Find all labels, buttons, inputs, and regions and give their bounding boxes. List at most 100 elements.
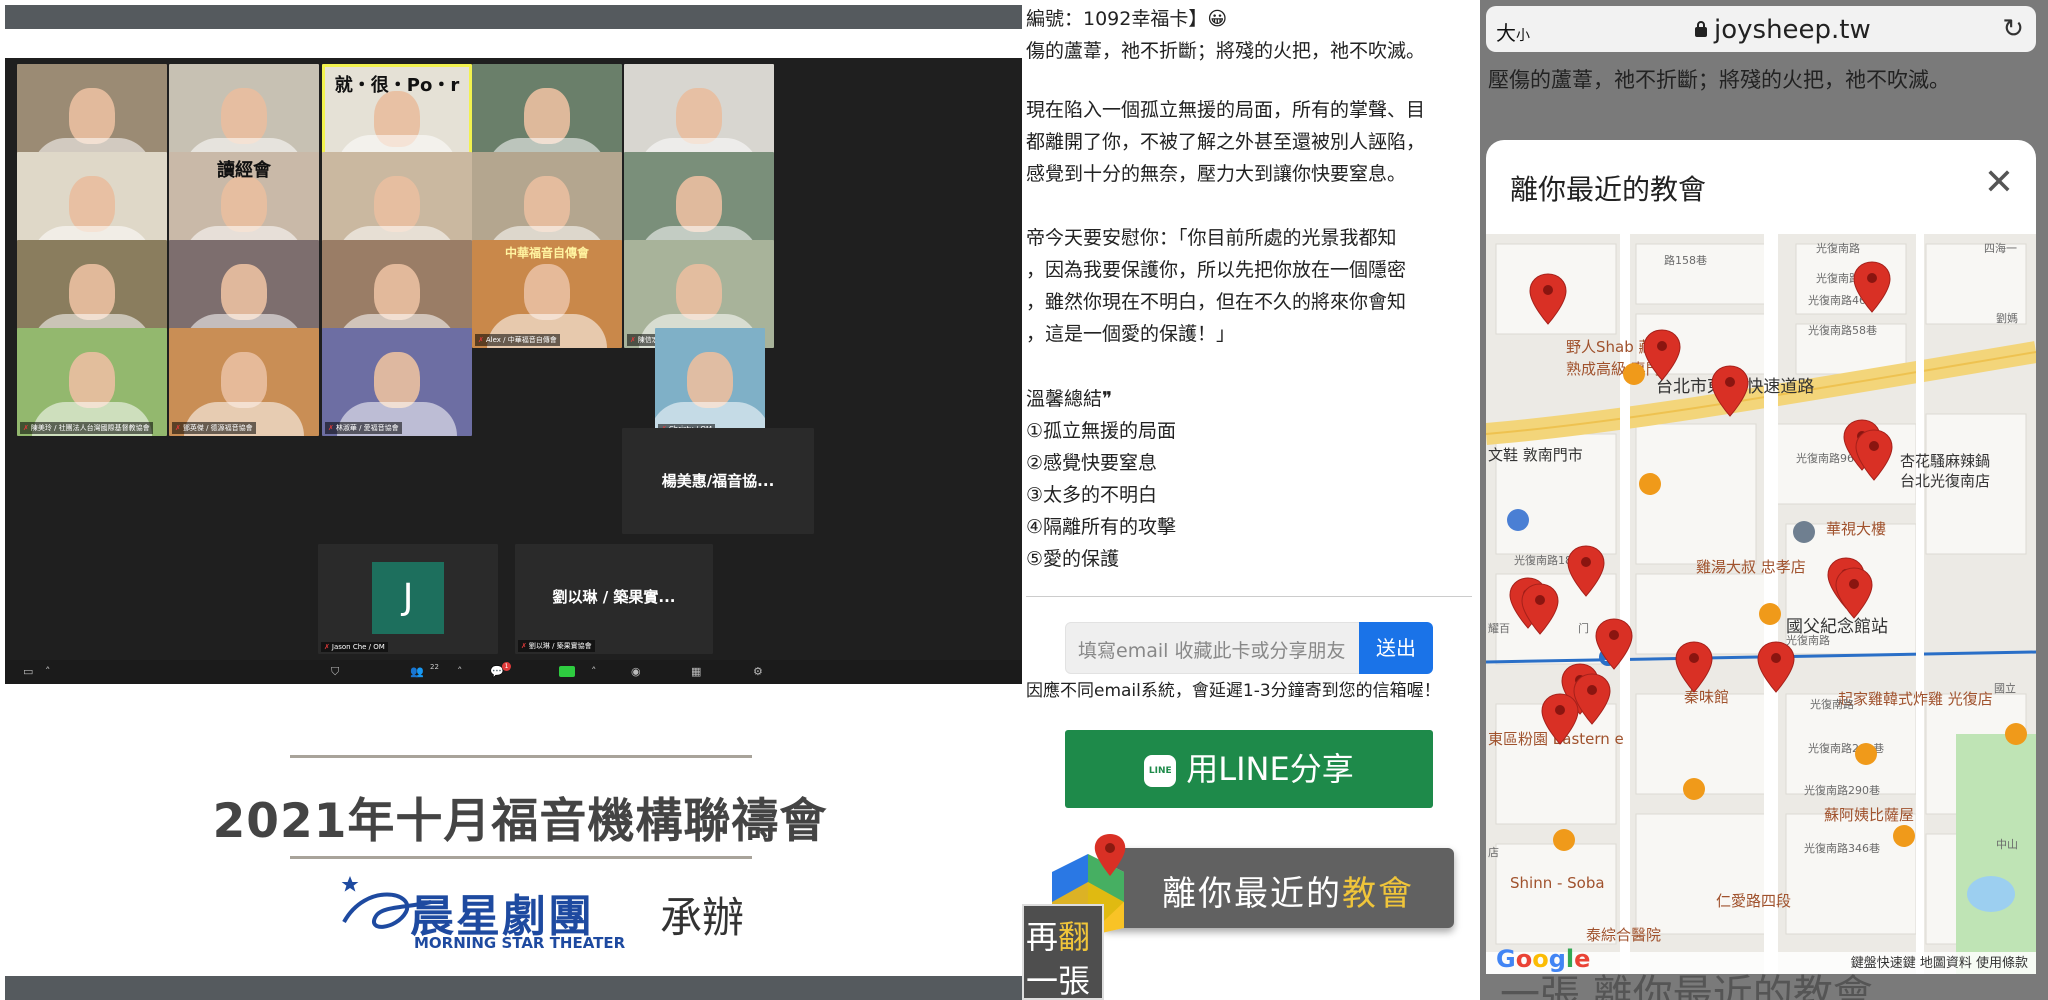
restaurant-icon[interactable] (1553, 829, 1575, 851)
nearest-church-button[interactable]: 離你最近的教會 (1102, 848, 1454, 928)
reload-icon[interactable]: ↻ (2002, 14, 2024, 44)
share-screen-icon[interactable] (559, 666, 575, 677)
participant-face (221, 176, 267, 232)
map-label: 店 (1488, 845, 1499, 859)
participant-name: 陳美玲 / 社團法人台灣國際基督教協會 (30, 424, 150, 432)
video-tile[interactable]: ✗ 陳美玲 / 社團法人台灣國際基督教協會 (17, 328, 167, 436)
flip-label: 再 (1026, 918, 1059, 956)
participant-face (221, 264, 267, 320)
restaurant-icon[interactable] (1893, 825, 1915, 847)
summary-item: ①孤立無援的局面 (1026, 420, 1177, 442)
video-camera-icon[interactable]: ▭ (23, 665, 33, 678)
map-label: 蘇阿姨比薩屋 (1824, 806, 1914, 824)
video-tile[interactable]: ✗Christy / OM (655, 328, 765, 436)
participant-name: 劉以琳 / 築果實協會 (528, 642, 592, 650)
chat-badge: 1 (502, 662, 511, 671)
map-label: 四海一 (1984, 241, 2017, 255)
participant-face (676, 264, 722, 320)
browser-address-bar[interactable]: 大小 joysheep.tw ↻ (1486, 6, 2036, 52)
map-canvas[interactable]: 5 四海一光復南路46巷光復南路58巷野人Shab 藏/熟成高級 專門台北市東 … (1486, 234, 2036, 974)
participant-face (676, 88, 722, 144)
flip-card-button[interactable]: 再翻 一張 (1022, 904, 1104, 1000)
video-tile[interactable]: 中華福音自傳會 ✗ Alex / 中華福音自傳會 (472, 240, 622, 348)
flip-label-highlight: 翻 (1058, 918, 1091, 956)
map-label: 秦味館 (1684, 688, 1729, 706)
email-input[interactable]: 填寫email 收藏此卡或分享朋友 (1065, 622, 1363, 674)
line-share-button[interactable]: LINE 用LINE分享 (1065, 730, 1433, 808)
panel-gap (1476, 0, 1480, 1000)
participant-name: 鄧英傑 / 德源福音協會 (182, 424, 253, 432)
pin-dot (1869, 441, 1879, 451)
map-label: Shinn - Soba (1510, 874, 1605, 892)
divider-line (1026, 596, 1472, 597)
participant-face (687, 352, 733, 408)
map-footer-links[interactable]: 鍵盤快速鍵 地圖資料 使用條款 (1851, 952, 2028, 971)
restaurant-icon[interactable] (1623, 363, 1645, 385)
line-logo-icon: LINE (1144, 755, 1177, 787)
modal-title: 離你最近的教會 (1510, 173, 1707, 206)
video-tile[interactable]: ✗ 林淑華 / 愛福音協會 (322, 328, 472, 436)
divider-line (290, 755, 752, 758)
record-icon[interactable]: ◉ (631, 665, 641, 678)
text-size-control[interactable]: 大小 (1496, 17, 1530, 46)
church-map[interactable]: 5 四海一光復南路46巷光復南路58巷野人Shab 藏/熟成高級 專門台北市東 … (1486, 234, 2036, 974)
send-button[interactable]: 送出 (1359, 622, 1433, 674)
video-tile-avatar[interactable]: J ✗ Jason Che / OM (318, 544, 498, 654)
video-tile[interactable]: ✗ 鄧英傑 / 德源福音協會 (169, 328, 319, 436)
mic-muted-icon: ✗ (175, 424, 181, 432)
participants-icon[interactable]: 👥 (410, 665, 424, 678)
summary-item: ②感覺快要窒息 (1026, 452, 1158, 474)
card-paragraph-1: 現在陷入一個孤立無援的局面，所有的掌聲、目 都離開了你，不被了解之外甚至還被別人… (1026, 99, 1426, 185)
pin-dot (1587, 685, 1597, 695)
participant-face (374, 176, 420, 232)
organizer-role: 承辦 (660, 893, 745, 942)
participant-face (524, 264, 570, 320)
card-number: 編號：1092幸福卡】😀 (1026, 8, 1228, 30)
mic-muted-icon: ✗ (521, 642, 527, 650)
participant-name: Alex / 中華福音自傳會 (485, 336, 557, 344)
map-label: 光復南路 (1786, 633, 1830, 647)
restaurant-icon[interactable] (1683, 778, 1705, 800)
chevron-up-icon[interactable]: ˄ (45, 665, 51, 678)
apps-icon[interactable]: ▦ (691, 665, 701, 678)
video-tile-text-2[interactable]: 劉以琳 / 築果實... ✗ 劉以琳 / 築果實協會 (515, 544, 713, 654)
restaurant-icon[interactable] (1855, 743, 1877, 765)
place-icon[interactable] (1793, 521, 1815, 543)
participant-count: 22 (430, 663, 439, 671)
map-label: 劉媽 (1996, 311, 2018, 325)
nearest-church-modal: 離你最近的教會 ✕ 四海一 光復南路46巷 光復南路58巷 野人Shab 藏/ … (1486, 140, 2036, 974)
place-icon[interactable] (1507, 509, 1529, 531)
close-icon[interactable]: ✕ (1984, 165, 2014, 201)
restaurant-icon[interactable] (2005, 723, 2027, 745)
map-label: 雞湯大叔 忠孝店 (1696, 558, 1806, 576)
tile-overlay-text: 讀經會 (217, 160, 271, 181)
map-label: 文鞋 敦南門市 (1488, 446, 1583, 464)
pin-dot (1771, 653, 1781, 663)
url-text: joysheep.tw (1714, 15, 1871, 45)
security-shield-icon[interactable]: ⛉ (331, 665, 339, 679)
divider-line (290, 856, 752, 859)
map-label: 華視大樓 (1826, 520, 1886, 538)
participant-name: 林淑華 / 愛福音協會 (335, 424, 399, 432)
chevron-up-icon[interactable]: ˄ (591, 665, 597, 678)
gear-icon[interactable]: ⚙ (753, 665, 763, 678)
map-label: 门 (1578, 621, 1589, 635)
participant-face (524, 176, 570, 232)
map-label: 光復南路 (1816, 241, 1860, 255)
restaurant-icon[interactable] (1639, 473, 1661, 495)
participant-face (221, 352, 267, 408)
restaurant-icon[interactable] (1759, 603, 1781, 625)
participant-face (524, 88, 570, 144)
participant-face (374, 352, 420, 408)
event-title: 2021年十月福音機構聯禱會 (212, 794, 828, 849)
pin-dot (1689, 653, 1699, 663)
map-label: 仁愛路四段 (1716, 892, 1791, 910)
avatar: J (372, 562, 444, 634)
chevron-up-icon[interactable]: ˄ (457, 665, 463, 678)
organizer-name-en: MORNING STAR THEATER (414, 934, 626, 952)
video-tile-text[interactable]: 楊美惠/福音協... (622, 428, 814, 534)
background-verse: 壓傷的蘆葦，祂不折斷；將殘的火把，祂不吹滅。 (1488, 68, 1950, 92)
blessing-card-panel: 編號：1092幸福卡】😀 傷的蘆葦，祂不折斷；將殘的火把，祂不吹滅。 現在陷入一… (1022, 0, 1476, 1000)
map-label: 台北光復南店 (1900, 472, 1990, 490)
map-footer: Google 鍵盤快速鍵 地圖資料 使用條款 (1486, 945, 2036, 974)
